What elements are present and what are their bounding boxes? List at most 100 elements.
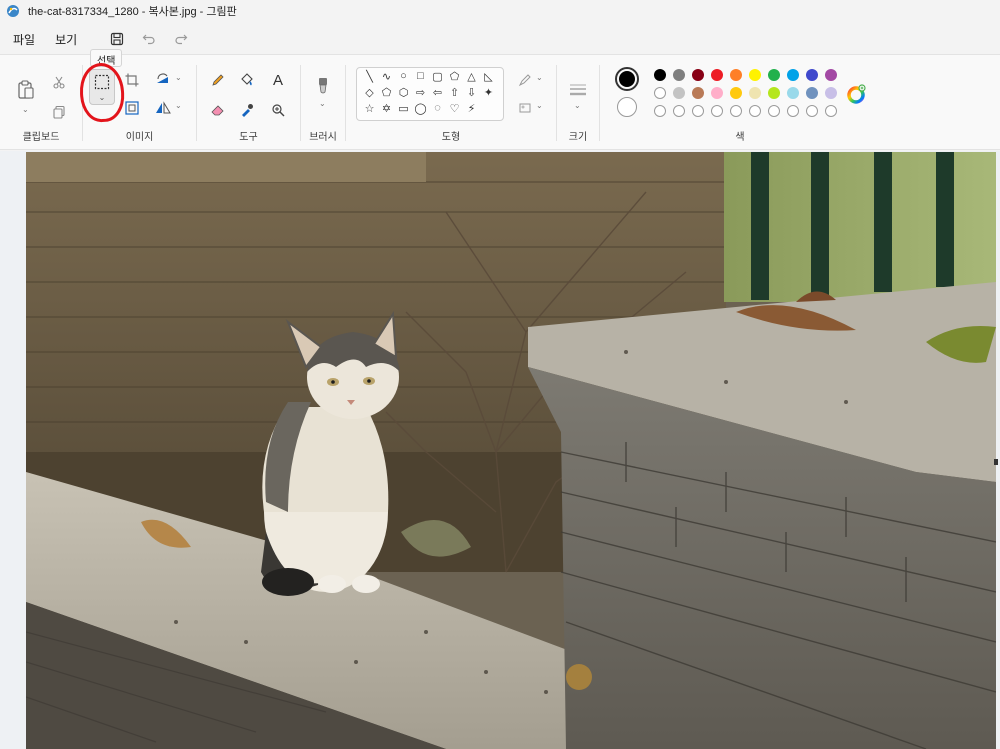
- shape-option[interactable]: ◇: [361, 86, 378, 102]
- line-width-icon: [570, 84, 586, 96]
- fill-style-icon: [519, 103, 531, 113]
- flip-button[interactable]: [152, 97, 174, 119]
- shape-option[interactable]: △: [463, 70, 480, 86]
- shape-option[interactable]: ⚡: [463, 102, 480, 118]
- pencil-button[interactable]: [207, 69, 229, 91]
- fill-button[interactable]: [236, 69, 258, 91]
- shape-option[interactable]: ▭: [395, 102, 412, 118]
- color-swatch[interactable]: [654, 87, 666, 99]
- photo-canvas[interactable]: [26, 152, 996, 749]
- color-wheel-icon: [847, 84, 866, 104]
- redo-button[interactable]: [167, 26, 195, 52]
- undo-button[interactable]: [135, 26, 163, 52]
- shape-option[interactable]: ⬠: [378, 86, 395, 102]
- shape-option[interactable]: ◯: [412, 102, 429, 118]
- canvas-resize-handle[interactable]: [994, 459, 998, 465]
- color-swatch[interactable]: [711, 87, 723, 99]
- paste-button[interactable]: [14, 77, 38, 103]
- color-swatch[interactable]: [749, 87, 761, 99]
- color-swatch[interactable]: [806, 69, 818, 81]
- shape-option[interactable]: ✡: [378, 102, 395, 118]
- custom-color-slot[interactable]: [711, 105, 723, 117]
- flip-chevron-icon[interactable]: ⌄: [175, 101, 182, 110]
- custom-color-slot[interactable]: [787, 105, 799, 117]
- menu-file[interactable]: 파일: [5, 27, 43, 52]
- shape-option[interactable]: ○: [395, 70, 412, 86]
- color-swatch[interactable]: [825, 69, 837, 81]
- paint-app-icon: [7, 5, 19, 17]
- rotate-button[interactable]: [152, 69, 174, 91]
- fill-style-button[interactable]: [514, 97, 536, 119]
- paste-chevron-icon[interactable]: ⌄: [22, 105, 29, 114]
- secondary-color-button[interactable]: [617, 97, 637, 117]
- custom-color-slot[interactable]: [692, 105, 704, 117]
- custom-color-slot[interactable]: [654, 105, 666, 117]
- color-swatch[interactable]: [692, 69, 704, 81]
- shape-option[interactable]: ♡: [446, 102, 463, 118]
- shape-option[interactable]: ◌: [429, 102, 446, 118]
- shape-option[interactable]: ╲: [361, 70, 378, 86]
- fill-style-chevron-icon[interactable]: ⌄: [536, 101, 543, 110]
- brush-button[interactable]: [312, 75, 334, 97]
- custom-color-slot[interactable]: [806, 105, 818, 117]
- edit-colors-button[interactable]: [846, 83, 868, 105]
- rotate-icon: [157, 73, 168, 83]
- shape-option[interactable]: ⬡: [395, 86, 412, 102]
- shape-option[interactable]: ∿: [378, 70, 395, 86]
- size-group-label: 크기: [568, 132, 588, 143]
- colors-group-label: 색: [735, 132, 745, 143]
- color-swatch[interactable]: [787, 69, 799, 81]
- resize-icon: [125, 101, 139, 115]
- color-swatch[interactable]: [806, 87, 818, 99]
- color-swatch[interactable]: [711, 69, 723, 81]
- color-swatch[interactable]: [673, 87, 685, 99]
- shape-option[interactable]: ⬠: [446, 70, 463, 86]
- custom-color-slot[interactable]: [749, 105, 761, 117]
- custom-color-slot[interactable]: [730, 105, 742, 117]
- size-button[interactable]: [567, 79, 589, 101]
- shape-option[interactable]: ⇨: [412, 86, 429, 102]
- redo-icon: [175, 34, 188, 45]
- crop-button[interactable]: [121, 69, 143, 91]
- shape-option[interactable]: [480, 102, 497, 118]
- custom-color-slot[interactable]: [673, 105, 685, 117]
- rotate-chevron-icon[interactable]: ⌄: [175, 73, 182, 82]
- color-swatch[interactable]: [749, 69, 761, 81]
- outline-button[interactable]: [514, 69, 536, 91]
- color-swatch[interactable]: [692, 87, 704, 99]
- color-picker-button[interactable]: [236, 99, 258, 121]
- shape-option[interactable]: □: [412, 70, 429, 86]
- copy-button[interactable]: [48, 101, 70, 123]
- tools-group: A 도구: [197, 61, 300, 149]
- shape-option[interactable]: ⇦: [429, 86, 446, 102]
- color-swatch[interactable]: [730, 87, 742, 99]
- shape-option[interactable]: ◺: [480, 70, 497, 86]
- shape-option[interactable]: ⇩: [463, 86, 480, 102]
- eraser-button[interactable]: [207, 99, 229, 121]
- color-swatch[interactable]: [730, 69, 742, 81]
- custom-color-slot[interactable]: [825, 105, 837, 117]
- cut-button[interactable]: [48, 71, 70, 93]
- primary-color-button[interactable]: [615, 67, 639, 91]
- shape-option[interactable]: ☆: [361, 102, 378, 118]
- shape-option[interactable]: ✦: [480, 86, 497, 102]
- text-button[interactable]: A: [267, 69, 289, 91]
- menu-view[interactable]: 보기: [47, 27, 85, 52]
- color-swatch[interactable]: [654, 69, 666, 81]
- text-icon: A: [272, 71, 283, 89]
- shape-option[interactable]: ▢: [429, 70, 446, 86]
- color-swatch[interactable]: [825, 87, 837, 99]
- resize-button[interactable]: [121, 97, 143, 119]
- color-swatch[interactable]: [787, 87, 799, 99]
- outline-chevron-icon[interactable]: ⌄: [536, 73, 543, 82]
- color-swatch[interactable]: [768, 69, 780, 81]
- magnifier-button[interactable]: [267, 99, 289, 121]
- eraser-icon: [211, 105, 224, 116]
- color-swatch[interactable]: [673, 69, 685, 81]
- brush-chevron-icon[interactable]: ⌄: [319, 99, 326, 108]
- size-chevron-icon[interactable]: ⌄: [574, 101, 581, 110]
- custom-color-slot[interactable]: [768, 105, 780, 117]
- color-swatch[interactable]: [768, 87, 780, 99]
- shape-option[interactable]: ⇧: [446, 86, 463, 102]
- undo-icon: [142, 34, 155, 45]
